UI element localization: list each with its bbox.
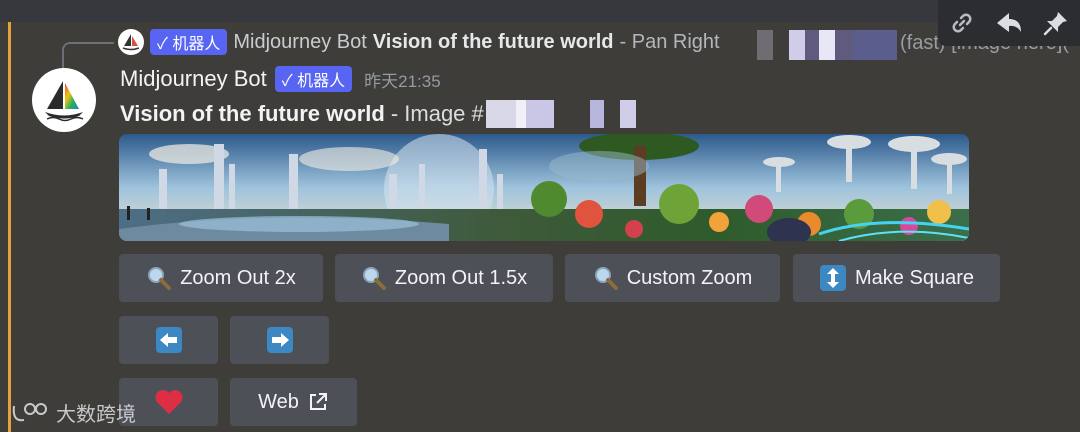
mention-highlight-bar (8, 22, 11, 432)
custom-zoom-button[interactable]: Custom Zoom (565, 254, 780, 302)
web-label: Web (258, 390, 299, 413)
magnifier-icon (593, 265, 619, 291)
message-content: Vision of the future world - Image # (120, 100, 636, 128)
pan-left-button[interactable] (119, 316, 218, 364)
midjourney-logo-icon (122, 34, 140, 51)
redacted-link (757, 30, 897, 60)
reply-icon[interactable] (994, 8, 1024, 38)
zoom-out-2x-label: Zoom Out 2x (180, 266, 296, 289)
avatar[interactable] (32, 68, 96, 132)
reply-connector (62, 42, 114, 70)
message-hover-toolbar (938, 0, 1080, 46)
zoom-out-1-5x-label: Zoom Out 1.5x (394, 266, 528, 289)
link-icon[interactable] (947, 8, 977, 38)
right-arrow-icon (266, 326, 294, 354)
pan-right-button[interactable] (230, 316, 329, 364)
previous-message-strip (0, 0, 1080, 22)
heart-icon (154, 388, 184, 416)
bot-badge: ✓ 机器人 (150, 29, 228, 55)
watermark-text: 大数跨境 (56, 404, 136, 426)
bot-badge: ✓ 机器人 (274, 66, 353, 92)
midjourney-logo-icon (45, 81, 84, 122)
zoom-out-2x-button[interactable]: Zoom Out 2x (119, 254, 323, 302)
reply-reference[interactable]: ✓ 机器人 Midjourney Bot Vision of the futur… (118, 28, 720, 56)
generated-image[interactable] (119, 134, 969, 241)
zoom-out-1-5x-button[interactable]: Zoom Out 1.5x (335, 254, 553, 302)
timestamp[interactable]: 昨天21:35 (364, 67, 441, 92)
magnifier-icon (146, 265, 172, 291)
author-name[interactable]: Midjourney Bot (120, 66, 267, 92)
reply-prompt[interactable]: Vision of the future world (373, 31, 614, 54)
magnifier-icon (361, 265, 387, 291)
redacted-mention (485, 100, 636, 128)
make-square-button[interactable]: Make Square (793, 254, 1000, 302)
left-arrow-icon (155, 326, 183, 354)
external-link-icon (307, 391, 329, 413)
message-header: Midjourney Bot ✓ 机器人 昨天21:35 (120, 66, 441, 92)
pin-icon[interactable] (1041, 8, 1071, 38)
up-down-arrow-icon (819, 264, 847, 292)
custom-zoom-label: Custom Zoom (626, 266, 753, 289)
reply-avatar[interactable] (118, 29, 144, 55)
image-number-label: - Image # (390, 101, 484, 126)
prompt-text: Vision of the future world (120, 101, 385, 126)
reply-action[interactable]: - Pan Right (620, 31, 720, 54)
web-link-button[interactable]: Web (230, 378, 357, 426)
reply-author[interactable]: Midjourney Bot (233, 31, 366, 54)
make-square-label: Make Square (855, 266, 974, 289)
watermark: 大数跨境 (10, 398, 136, 427)
watermark-logo-icon (12, 402, 47, 421)
